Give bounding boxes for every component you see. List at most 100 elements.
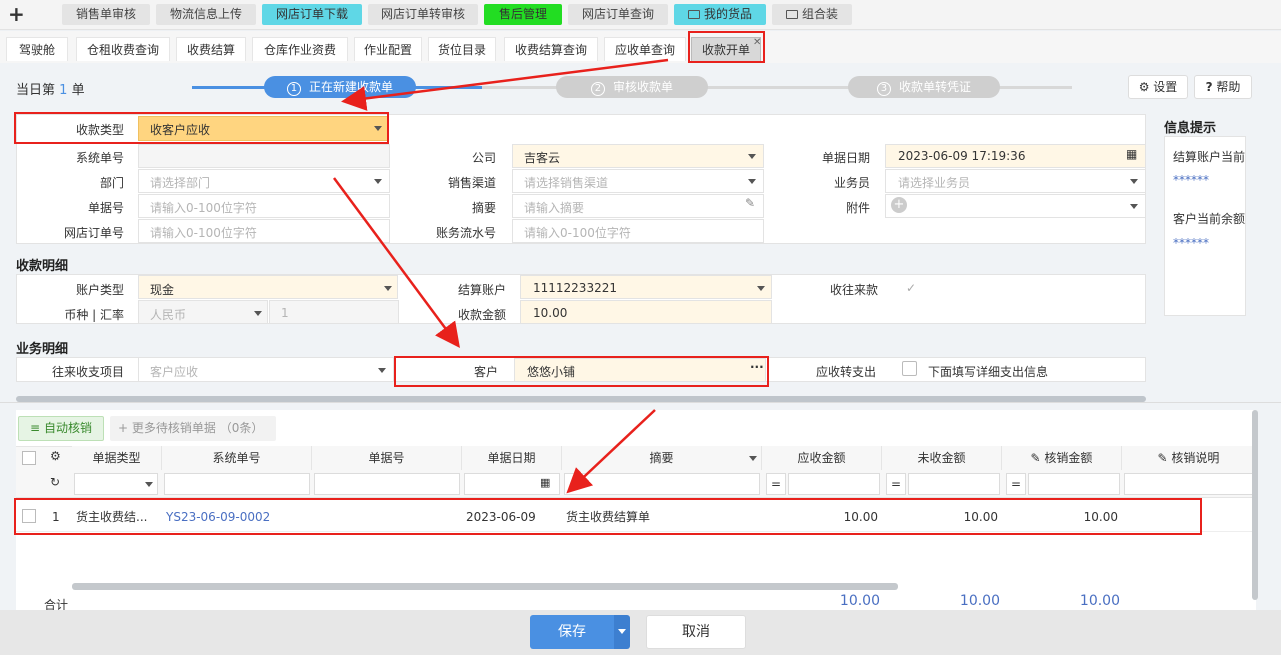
chevron-down-icon [378, 368, 386, 373]
footer-bar [0, 610, 1281, 655]
tab-logistics-upload[interactable]: 物流信息上传 [156, 4, 256, 25]
grid-vertical-scrollbar[interactable] [1252, 410, 1258, 600]
total-receivable: 10.00 [839, 593, 880, 609]
date-label: 单据日期 [821, 151, 870, 165]
sysno-field [138, 144, 390, 168]
col-summary[interactable]: 摘要 [562, 446, 762, 470]
tab-my-goods[interactable]: 我的货品 [674, 4, 766, 25]
more-icon[interactable]: ··· [750, 360, 764, 374]
acct-type-value: 现金 [150, 283, 175, 297]
tab-after-sales[interactable]: 售后管理 [484, 4, 562, 25]
row-receivable: 10.00 [843, 510, 878, 524]
add-attachment-icon[interactable]: + [891, 197, 907, 213]
filter-op-receivable[interactable]: = [766, 473, 786, 495]
col-sysno[interactable]: 系统单号 [162, 446, 312, 470]
filter-summary[interactable] [564, 473, 760, 495]
save-button[interactable]: 保存 [530, 615, 614, 649]
intercourse-checkbox[interactable]: ✓ [906, 281, 916, 295]
tab-combo[interactable]: 组合装 [772, 4, 852, 25]
currency-label: 币种 | 汇率 [64, 308, 124, 322]
summary-label: 摘要 [471, 201, 496, 215]
receipt-type-value: 收客户应收 [150, 123, 211, 137]
chevron-down-icon [748, 179, 756, 184]
gear-icon[interactable]: ⚙ [50, 449, 61, 463]
filter-unreceived[interactable] [908, 473, 1000, 495]
row-checkbox[interactable] [22, 509, 36, 523]
col-bill-type[interactable]: 单据类型 [72, 446, 162, 470]
step-3: 3 收款单转凭证 [848, 76, 1000, 98]
rate-value: 1 [281, 306, 289, 320]
chevron-down-icon [757, 286, 765, 291]
info-title: 信息提示 [1164, 121, 1217, 136]
col-unreceived[interactable]: 未收金额 [882, 446, 1002, 470]
filter-billno[interactable] [314, 473, 460, 495]
channel-placeholder: 请选择销售渠道 [524, 176, 609, 190]
filter-op-unreceived[interactable]: = [886, 473, 906, 495]
col-writeoff[interactable]: ✎ 核销金额 [1002, 446, 1122, 470]
chevron-down-icon [748, 154, 756, 159]
grid-horizontal-scrollbar[interactable] [72, 583, 898, 590]
clerk-label: 业务员 [833, 176, 870, 190]
tab-fee-settlement[interactable]: 收费结算 [176, 37, 246, 61]
tab-cockpit[interactable]: 驾驶舱 [6, 37, 68, 61]
day-counter: 当日第 1 单 [16, 83, 85, 98]
info-stars-2: ****** [1173, 236, 1209, 250]
item-value: 客户应收 [150, 365, 199, 379]
tab-settlement-query[interactable]: 收费结算查询 [504, 37, 598, 61]
business-section-title: 业务明细 [16, 342, 69, 357]
col-writeoff-note[interactable]: ✎ 核销说明 [1122, 446, 1256, 470]
add-tab-icon[interactable]: + [8, 2, 25, 26]
total-unreceived: 10.00 [959, 593, 1000, 609]
tab-shop-order-query[interactable]: 网店订单查询 [568, 4, 668, 25]
filter-note[interactable] [1124, 473, 1254, 495]
list-icon: ≡ [30, 421, 41, 435]
col-receivable[interactable]: 应收金额 [762, 446, 882, 470]
customer-value: 悠悠小铺 [527, 365, 576, 379]
row-index: 1 [52, 510, 60, 524]
tab-job-config[interactable]: 作业配置 [354, 37, 422, 61]
filter-receivable[interactable] [788, 473, 880, 495]
dept-placeholder: 请选择部门 [150, 176, 211, 190]
tab-shop-order-audit[interactable]: 网店订单转审核 [368, 4, 478, 25]
transfer-checkbox[interactable] [902, 361, 917, 376]
shopno-placeholder: 请输入0-100位字符 [150, 226, 257, 240]
tab-receivable-query[interactable]: 应收单查询 [604, 37, 686, 61]
close-tab-icon[interactable]: ✕ [753, 37, 761, 48]
col-billno[interactable]: 单据号 [312, 446, 462, 470]
chevron-down-icon [1130, 179, 1138, 184]
cancel-button[interactable]: 取消 [646, 615, 746, 649]
company-label: 公司 [471, 151, 496, 165]
tab-sales-audit[interactable]: 销售单审核 [62, 4, 150, 25]
filter-op-writeoff[interactable]: = [1006, 473, 1026, 495]
channel-label: 销售渠道 [447, 176, 496, 190]
summary-placeholder: 请输入摘要 [524, 201, 585, 215]
tab-rent-fee-query[interactable]: 仓租收费查询 [76, 37, 170, 61]
tab-receipt-new[interactable]: 收款开单 [691, 37, 761, 61]
more-bills-button[interactable]: + 更多待核销单据 （0条） [110, 416, 276, 441]
settings-button[interactable]: ⚙ 设置 [1128, 75, 1188, 99]
col-date[interactable]: 单据日期 [462, 446, 562, 470]
calendar-icon[interactable]: ▦ [540, 476, 550, 489]
filter-sysno[interactable] [164, 473, 310, 495]
transfer-label: 应收转支出 [815, 365, 876, 379]
save-dropdown-button[interactable] [614, 615, 630, 649]
refresh-icon[interactable]: ↻ [50, 475, 60, 489]
date-value: 2023-06-09 17:19:36 [898, 149, 1026, 163]
auto-writeoff-button[interactable]: ≡ 自动核销 [18, 416, 104, 441]
row-writeoff[interactable]: 10.00 [1002, 505, 1118, 529]
tab-warehouse-fee[interactable]: 仓库作业资费 [252, 37, 348, 61]
folder-icon [687, 10, 700, 19]
filter-writeoff[interactable] [1028, 473, 1120, 495]
select-all-checkbox[interactable] [22, 451, 36, 465]
attach-field[interactable] [885, 194, 1146, 218]
transfer-text: 下面填写详细支出信息 [928, 365, 1049, 379]
acct-type-select[interactable] [138, 275, 398, 299]
edit-icon[interactable]: ✎ [745, 196, 755, 210]
calendar-icon[interactable]: ▦ [1126, 147, 1137, 161]
row-sysno-link[interactable]: YS23-06-09-0002 [166, 505, 270, 529]
settle-value: 11112233221 [533, 281, 617, 295]
settle-label: 结算账户 [457, 283, 506, 297]
help-button[interactable]: ? 帮助 [1194, 75, 1252, 99]
tab-shop-order-download[interactable]: 网店订单下载 [262, 4, 362, 25]
tab-location-catalog[interactable]: 货位目录 [428, 37, 496, 61]
